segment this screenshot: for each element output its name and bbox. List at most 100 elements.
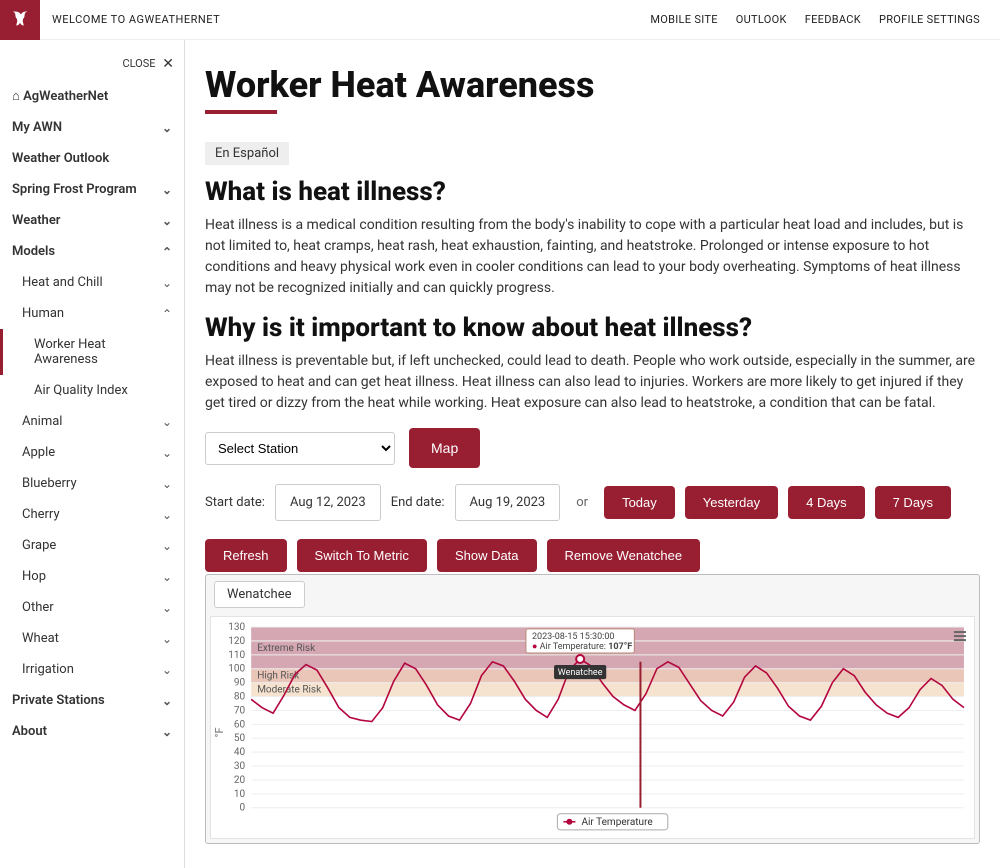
station-select[interactable]: Select Station [205,432,395,465]
station-map-row: Select Station Map [205,428,980,468]
svg-text:Extreme Risk: Extreme Risk [257,643,316,654]
nav-apple[interactable]: Apple ⌄ [0,437,184,468]
svg-text:20: 20 [234,775,246,786]
nav-blueberry[interactable]: Blueberry ⌄ [0,468,184,499]
svg-text:110: 110 [228,650,245,661]
nav-my-awn[interactable]: My AWN ⌄ [0,112,184,143]
nav-weather-outlook[interactable]: Weather Outlook [0,143,184,174]
sidebar-close-label: CLOSE [122,57,155,70]
chevron-down-icon: ⌄ [162,663,172,677]
chart-panel: Wenatchee °F Extreme RiskHigh RiskModera… [205,574,980,844]
nav-weather[interactable]: Weather ⌄ [0,205,184,236]
start-date-label: Start date: [205,495,265,510]
nav-human[interactable]: Human ⌃ [0,298,184,329]
end-date-label: End date: [391,495,445,510]
chevron-down-icon: ⌄ [162,601,172,615]
refresh-button[interactable]: Refresh [205,539,287,572]
nav-spring-frost[interactable]: Spring Frost Program ⌄ [0,174,184,205]
nav-hop[interactable]: Hop ⌄ [0,561,184,592]
page-title: Worker Heat Awareness [205,64,980,106]
y-axis-label: °F [213,727,226,737]
nav-agweathernet[interactable]: ⌂ AgWeatherNet [0,80,184,112]
seven-days-button[interactable]: 7 Days [875,486,951,519]
yesterday-button[interactable]: Yesterday [685,486,778,519]
switch-metric-button[interactable]: Switch To Metric [297,539,427,572]
chevron-down-icon: ⌄ [162,446,172,460]
chart-tab-wenatchee[interactable]: Wenatchee [214,581,305,608]
nav-models[interactable]: Models ⌃ [0,236,184,267]
map-button[interactable]: Map [409,428,480,468]
chevron-down-icon: ⌄ [162,121,172,135]
svg-text:40: 40 [234,747,246,758]
chevron-down-icon: ⌄ [162,694,172,708]
close-icon: ✕ [162,56,174,72]
svg-text:130: 130 [228,622,245,633]
nav-cherry[interactable]: Cherry ⌄ [0,499,184,530]
today-button[interactable]: Today [604,486,675,519]
top-nav: MOBILE SITE OUTLOOK FEEDBACK PROFILE SET… [650,13,1000,26]
paragraph-why-important: Heat illness is preventable but, if left… [205,351,980,414]
start-date-input[interactable]: Aug 12, 2023 [275,484,381,521]
chevron-down-icon: ⌄ [162,214,172,228]
title-underline [205,110,277,114]
chevron-down-icon: ⌄ [162,725,172,739]
svg-text:Wenatchee: Wenatchee [558,668,603,678]
nav-irrigation[interactable]: Irrigation ⌄ [0,654,184,685]
svg-text:60: 60 [234,719,246,730]
wsu-logo[interactable] [0,0,40,40]
nav-worker-heat-awareness[interactable]: Worker Heat Awareness [0,329,184,375]
home-icon: ⌂ [12,89,20,104]
svg-text:● Air Temperature: 107°F: ● Air Temperature: 107°F [532,642,632,652]
en-espanol-button[interactable]: En Español [205,142,289,165]
remove-station-button[interactable]: Remove Wenatchee [547,539,701,572]
chevron-down-icon: ⌄ [162,415,172,429]
chevron-down-icon: ⌄ [162,183,172,197]
svg-text:70: 70 [234,705,246,716]
four-days-button[interactable]: 4 Days [788,486,864,519]
chevron-down-icon: ⌄ [162,276,172,290]
svg-text:90: 90 [234,678,246,689]
svg-text:120: 120 [228,636,245,647]
welcome-text: WELCOME TO AGWEATHERNET [52,13,220,26]
chevron-down-icon: ⌄ [162,508,172,522]
nav-private-stations[interactable]: Private Stations ⌄ [0,685,184,716]
svg-text:50: 50 [234,733,246,744]
sidebar: CLOSE ✕ ⌂ AgWeatherNet My AWN ⌄ Weather … [0,40,185,868]
nav-wheat[interactable]: Wheat ⌄ [0,623,184,654]
svg-text:100: 100 [228,664,245,675]
action-row: Refresh Switch To Metric Show Data Remov… [205,539,980,572]
chevron-down-icon: ⌄ [162,477,172,491]
svg-text:30: 30 [234,761,246,772]
chevron-down-icon: ⌄ [162,570,172,584]
date-range-row: Start date: Aug 12, 2023 End date: Aug 1… [205,484,980,521]
nav-heat-and-chill[interactable]: Heat and Chill ⌄ [0,267,184,298]
svg-text:Air Temperature: Air Temperature [581,817,652,828]
chevron-up-icon: ⌃ [162,245,172,259]
end-date-input[interactable]: Aug 19, 2023 [455,484,561,521]
show-data-button[interactable]: Show Data [437,539,537,572]
plot-area: Extreme RiskHigh RiskModerate Risk010203… [228,622,964,830]
temperature-chart[interactable]: °F Extreme RiskHigh RiskModerate Risk010… [211,617,974,838]
svg-text:80: 80 [234,692,246,703]
topnav-profile-settings[interactable]: PROFILE SETTINGS [879,13,980,26]
paragraph-what-is: Heat illness is a medical condition resu… [205,215,980,299]
chevron-down-icon: ⌄ [162,539,172,553]
topnav-outlook[interactable]: OUTLOOK [736,13,787,26]
nav-air-quality-index[interactable]: Air Quality Index [0,375,184,406]
sidebar-close[interactable]: CLOSE ✕ [0,52,184,80]
nav-other[interactable]: Other ⌄ [0,592,184,623]
svg-text:2023-08-15 15:30:00: 2023-08-15 15:30:00 [532,632,615,642]
chart-menu-icon[interactable] [954,631,966,641]
chart-tabs: Wenatchee [206,575,979,614]
chevron-up-icon: ⌃ [162,307,172,321]
nav-grape[interactable]: Grape ⌄ [0,530,184,561]
main-content: Worker Heat Awareness En Español What is… [185,40,1000,868]
heading-what-is: What is heat illness? [205,177,980,207]
topnav-feedback[interactable]: FEEDBACK [805,13,861,26]
heading-why-important: Why is it important to know about heat i… [205,313,980,343]
nav-animal[interactable]: Animal ⌄ [0,406,184,437]
topnav-mobile-site[interactable]: MOBILE SITE [650,13,717,26]
chevron-down-icon: ⌄ [162,632,172,646]
svg-text:0: 0 [240,803,246,814]
nav-about[interactable]: About ⌄ [0,716,184,747]
